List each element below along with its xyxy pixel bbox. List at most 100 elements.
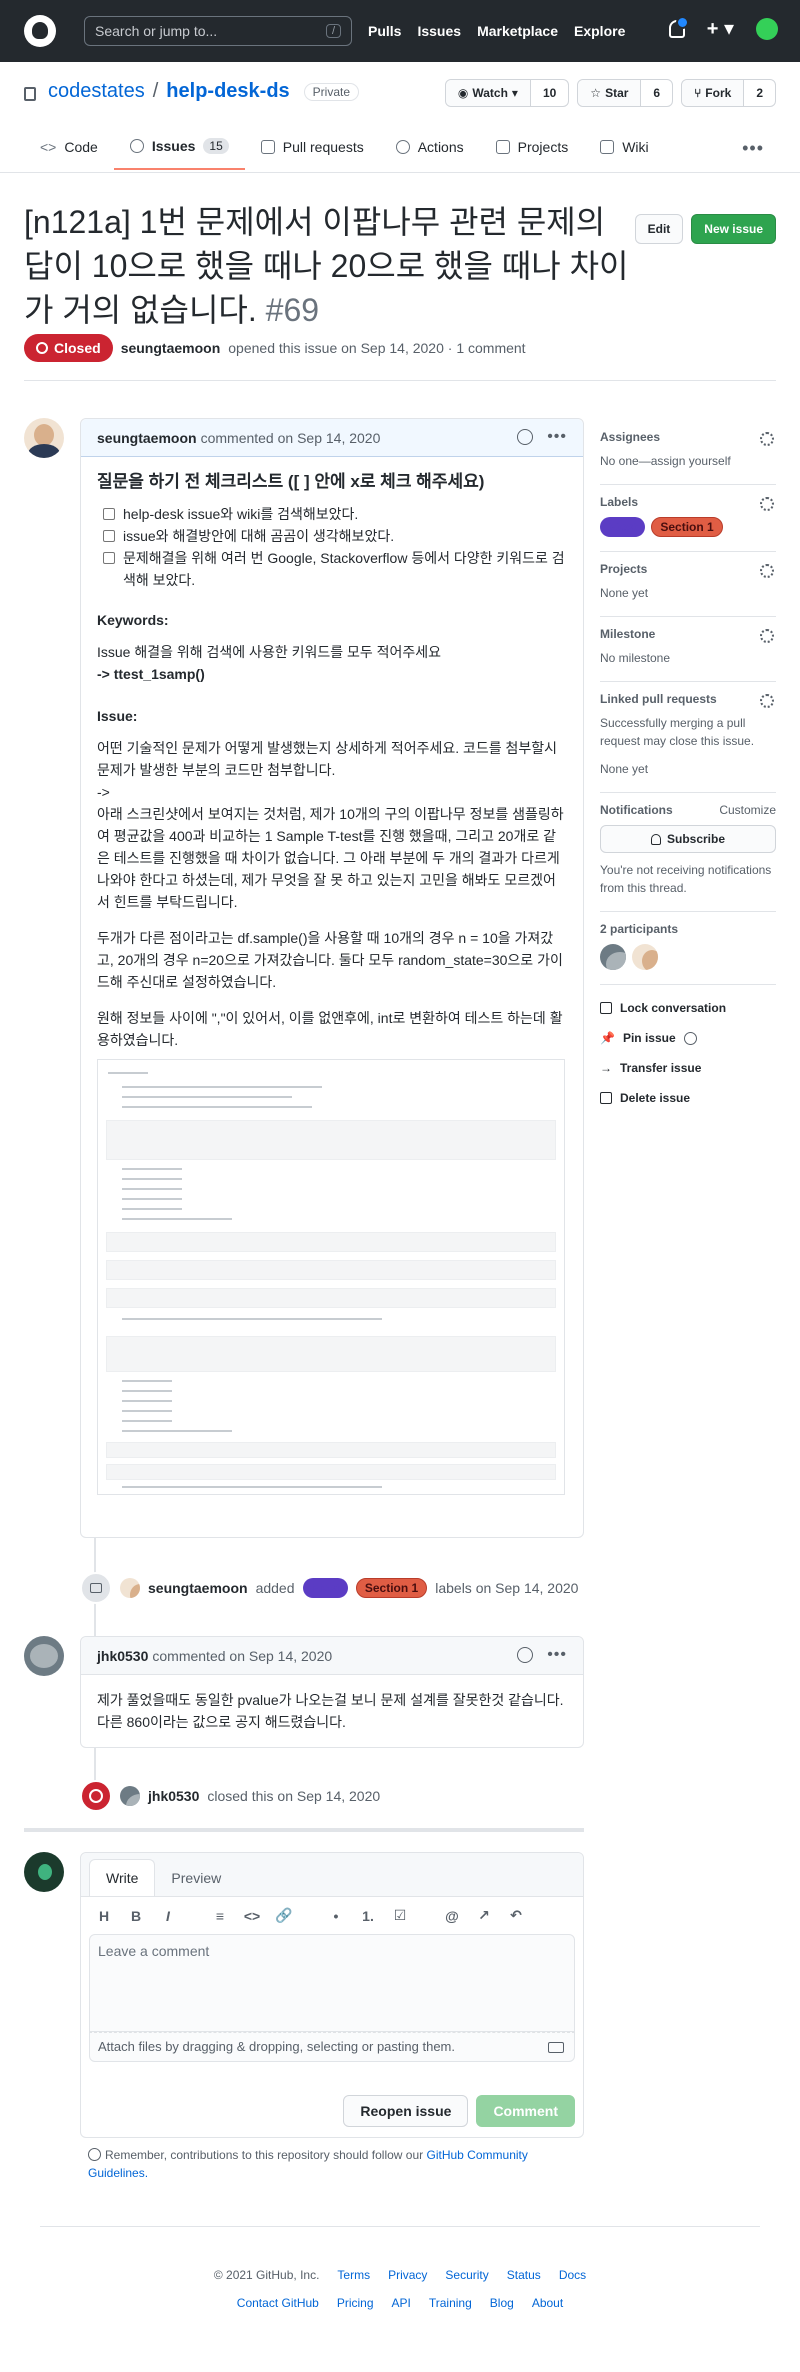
- lock-conversation-button[interactable]: Lock conversation: [600, 993, 776, 1023]
- gear-icon[interactable]: [760, 432, 774, 446]
- search-input[interactable]: Search or jump to... /: [84, 16, 352, 46]
- kebab-menu-icon[interactable]: •••: [547, 429, 567, 445]
- nav-explore[interactable]: Explore: [574, 23, 625, 39]
- label-badge[interactable]: t-test: [600, 517, 646, 537]
- footer-link-training[interactable]: Training: [429, 2296, 472, 2310]
- github-logo-icon[interactable]: [24, 15, 56, 47]
- notifications-bell-icon[interactable]: [668, 16, 689, 38]
- heading-icon[interactable]: H: [95, 1908, 113, 1924]
- comment-meta[interactable]: commented on Sep 14, 2020: [152, 1648, 332, 1664]
- reference-icon[interactable]: ↗: [475, 1907, 493, 1924]
- comment-textarea[interactable]: Leave a comment: [89, 1934, 575, 2032]
- transfer-issue-button[interactable]: → Transfer issue: [600, 1053, 776, 1083]
- customize-link[interactable]: Customize: [719, 803, 776, 817]
- attach-files-area[interactable]: Attach files by dragging & dropping, sel…: [89, 2032, 575, 2062]
- pin-issue-button[interactable]: 📌 Pin issue: [600, 1023, 776, 1053]
- avatar[interactable]: [24, 418, 64, 458]
- emoji-reaction-icon[interactable]: [517, 1647, 534, 1663]
- gear-icon[interactable]: [760, 694, 774, 708]
- notebook-screenshot[interactable]: [97, 1059, 565, 1495]
- footer-link-privacy[interactable]: Privacy: [388, 2268, 427, 2282]
- bold-icon[interactable]: B: [127, 1908, 145, 1924]
- reopen-issue-button[interactable]: Reopen issue: [343, 2095, 469, 2127]
- fork-count[interactable]: 2: [744, 80, 775, 106]
- comment-button[interactable]: Comment: [476, 2095, 575, 2127]
- tab-actions[interactable]: Actions: [380, 128, 480, 170]
- italic-icon[interactable]: I: [159, 1908, 177, 1924]
- comment-author[interactable]: jhk0530: [97, 1648, 148, 1664]
- linked-prs-heading[interactable]: Linked pull requests: [600, 692, 776, 706]
- participant-avatar[interactable]: [600, 944, 626, 970]
- label-badge[interactable]: t-test: [302, 1578, 348, 1598]
- subscribe-button[interactable]: Subscribe: [600, 825, 776, 853]
- quote-icon[interactable]: ≡: [211, 1908, 229, 1924]
- tab-pull-requests[interactable]: Pull requests: [245, 128, 380, 170]
- tab-code[interactable]: <> Code: [24, 128, 114, 170]
- code-icon[interactable]: <>: [243, 1908, 261, 1924]
- nav-issues[interactable]: Issues: [417, 23, 461, 39]
- emoji-reaction-icon[interactable]: [517, 429, 534, 445]
- gear-icon[interactable]: [760, 497, 774, 511]
- repo-owner-link[interactable]: codestates: [48, 80, 145, 103]
- event-author[interactable]: jhk0530: [148, 1788, 199, 1804]
- create-new-icon[interactable]: + ▾: [707, 19, 734, 39]
- watch-button[interactable]: ◉ Watch ▾ 10: [444, 79, 570, 107]
- kebab-menu-icon[interactable]: •••: [547, 1647, 567, 1663]
- comment-meta[interactable]: commented on Sep 14, 2020: [201, 430, 381, 446]
- tab-issues[interactable]: Issues 15: [113, 128, 245, 170]
- markdown-icon[interactable]: [548, 2042, 564, 2053]
- bullet-list-icon[interactable]: •: [327, 1908, 345, 1924]
- footer-link-terms[interactable]: Terms: [337, 2268, 370, 2282]
- comment-author[interactable]: seungtaemoon: [97, 430, 197, 446]
- star-count[interactable]: 6: [641, 80, 672, 106]
- label-badge[interactable]: Section 1: [355, 1578, 428, 1598]
- issue-author-link[interactable]: seungtaemoon: [121, 340, 221, 356]
- info-icon[interactable]: [683, 1031, 697, 1045]
- mention-icon[interactable]: @: [443, 1908, 461, 1924]
- tab-write[interactable]: Write: [89, 1859, 156, 1896]
- label-badge[interactable]: Section 1: [651, 517, 723, 537]
- footer-link-security[interactable]: Security: [445, 2268, 488, 2282]
- footer-link-contact[interactable]: Contact GitHub: [237, 2296, 319, 2310]
- assignees-value[interactable]: No one—assign yourself: [600, 452, 776, 470]
- delete-issue-button[interactable]: Delete issue: [600, 1083, 776, 1113]
- labels-heading[interactable]: Labels: [600, 495, 776, 509]
- tab-preview[interactable]: Preview: [155, 1860, 237, 1896]
- link-icon[interactable]: 🔗: [275, 1907, 293, 1924]
- event-author[interactable]: seungtaemoon: [148, 1580, 248, 1596]
- assignees-heading[interactable]: Assignees: [600, 430, 776, 444]
- footer-link-docs[interactable]: Docs: [559, 2268, 586, 2282]
- footer-link-pricing[interactable]: Pricing: [337, 2296, 374, 2310]
- fork-button[interactable]: ⑂ Fork 2: [681, 79, 776, 107]
- footer-link-blog[interactable]: Blog: [490, 2296, 514, 2310]
- footer-link-status[interactable]: Status: [507, 2268, 541, 2282]
- repo-name-link[interactable]: help-desk-ds: [166, 80, 289, 103]
- avatar[interactable]: [24, 1636, 64, 1676]
- edit-button[interactable]: Edit: [634, 214, 684, 244]
- avatar[interactable]: [120, 1786, 140, 1806]
- new-issue-button[interactable]: New issue: [691, 214, 776, 244]
- tab-wiki[interactable]: Wiki: [584, 128, 664, 170]
- avatar[interactable]: [120, 1578, 140, 1598]
- projects-heading[interactable]: Projects: [600, 562, 776, 576]
- gear-icon[interactable]: [760, 564, 774, 578]
- more-tabs-icon[interactable]: •••: [742, 138, 764, 159]
- footer-link-about[interactable]: About: [532, 2296, 563, 2310]
- numbered-list-icon[interactable]: 1.: [359, 1908, 377, 1924]
- task-list-icon[interactable]: ☑: [391, 1907, 409, 1924]
- nav-marketplace[interactable]: Marketplace: [477, 23, 558, 39]
- tab-projects[interactable]: Projects: [480, 128, 585, 170]
- participant-avatar[interactable]: [632, 944, 658, 970]
- nav-pulls[interactable]: Pulls: [368, 23, 401, 39]
- checkbox[interactable]: [103, 508, 115, 520]
- checkbox[interactable]: [103, 530, 115, 542]
- milestone-heading[interactable]: Milestone: [600, 627, 776, 641]
- eye-icon: ◉: [457, 86, 469, 100]
- gear-icon[interactable]: [760, 629, 774, 643]
- star-button[interactable]: ☆ Star 6: [577, 79, 674, 107]
- footer-link-api[interactable]: API: [392, 2296, 411, 2310]
- checkbox[interactable]: [103, 552, 115, 564]
- reply-icon[interactable]: ↶: [507, 1907, 525, 1924]
- watch-count[interactable]: 10: [531, 80, 568, 106]
- user-avatar[interactable]: [756, 18, 778, 40]
